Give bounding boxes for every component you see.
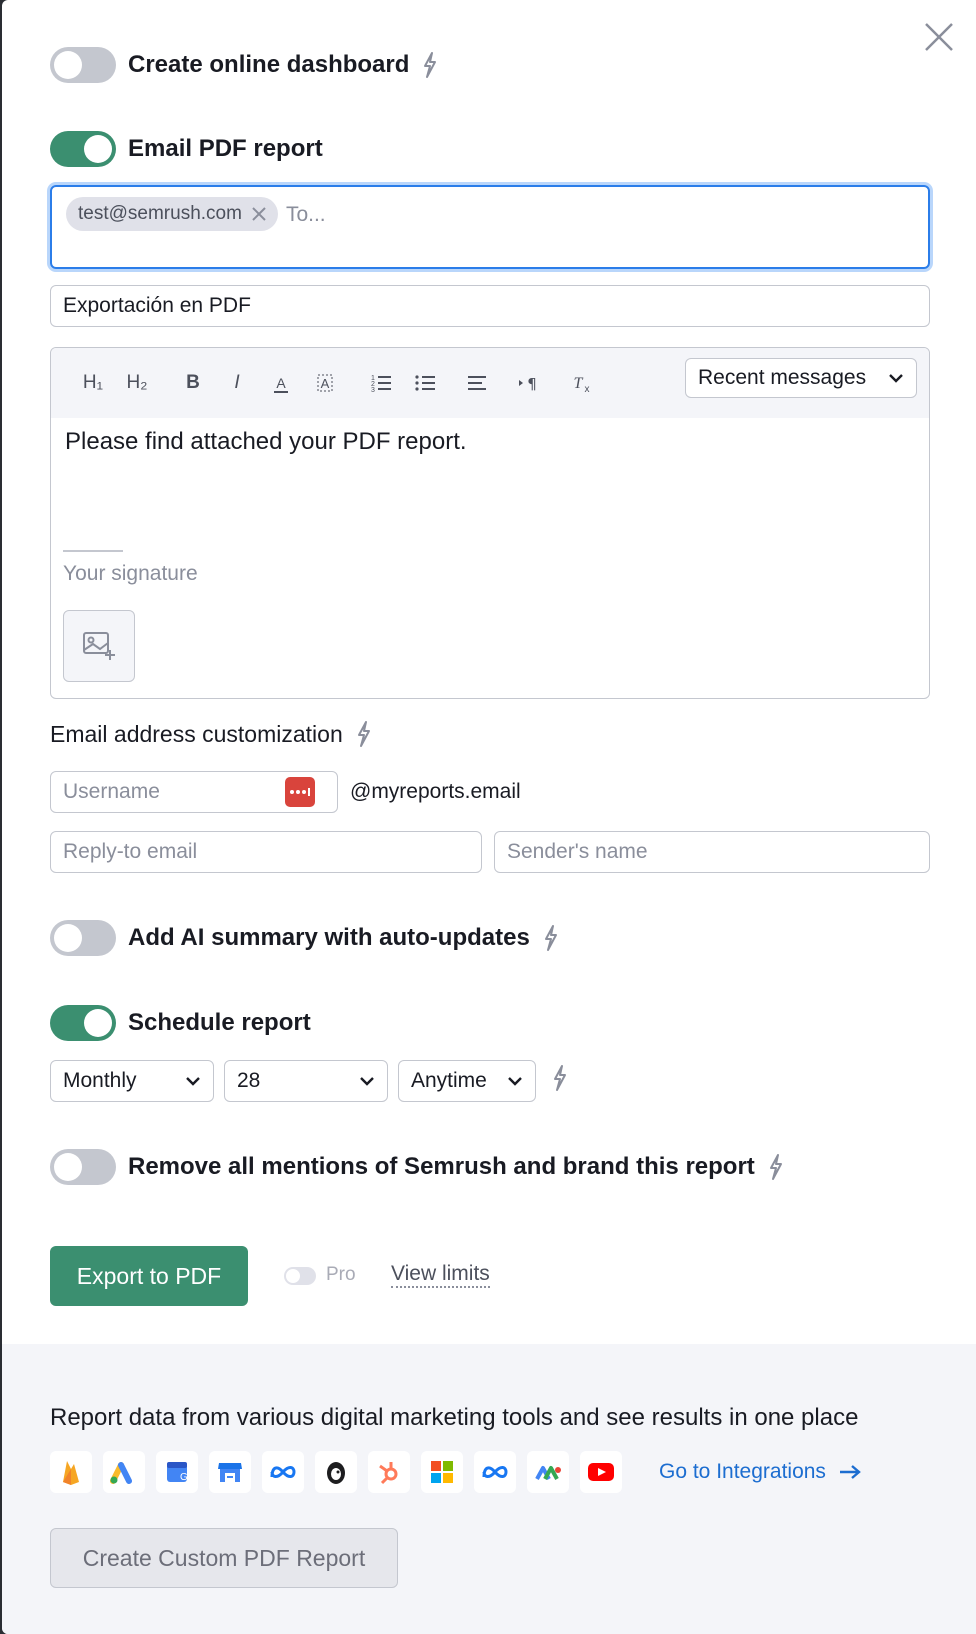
email-report-toggle[interactable] [50,131,116,167]
integrations-footer: Report data from various digital marketi… [2,1344,976,1634]
lightning-icon [554,1065,566,1091]
recipient-chip: test@semrush.com [66,197,278,231]
signature-placeholder[interactable]: Your signature [63,562,198,586]
schedule-label: Schedule report [128,1009,311,1036]
go-to-integrations-label: Go to Integrations [659,1460,826,1483]
google-analytics-icon[interactable]: G [156,1451,198,1493]
bullet-list-icon[interactable] [403,371,447,395]
branding-label: Remove all mentions of Semrush and brand… [128,1153,755,1180]
youtube-icon[interactable] [580,1451,622,1493]
create-dashboard-toggle[interactable] [50,47,116,83]
sender-name-placeholder: Sender's name [507,840,648,863]
lightning-icon [769,1154,782,1180]
ai-summary-label: Add AI summary with auto-updates [128,924,530,951]
remove-recipient-icon[interactable] [252,207,266,221]
time-select[interactable]: Anytime [398,1060,536,1102]
recipients-placeholder: To... [285,203,326,226]
looker-studio-icon[interactable] [527,1451,569,1493]
export-to-pdf-button[interactable]: Export to PDF [50,1246,248,1306]
editor-toolbar: H₁ H₂ B I A A 1 2 3 ¶ T x Recent message… [51,348,929,418]
lightning-icon [544,925,557,951]
chevron-down-icon [508,1077,522,1086]
add-image-icon [83,632,115,660]
close-icon[interactable] [922,20,956,54]
email-customization-label: Email address customization [50,720,343,747]
export-modal: Create online dashboard Email PDF report… [2,0,976,1634]
text-color-icon[interactable]: A [259,371,303,395]
chevron-down-icon [889,374,903,383]
username-placeholder: Username [63,780,160,803]
svg-text:T: T [574,375,584,392]
password-manager-icon[interactable] [285,777,315,807]
recent-messages-dropdown[interactable]: Recent messages [685,358,917,398]
pro-label: Pro [326,1264,356,1285]
pro-toggle[interactable] [284,1267,316,1285]
branding-toggle[interactable] [50,1149,116,1185]
recipients-input[interactable]: test@semrush.com To... [50,185,930,269]
email-report-row: Email PDF report [50,131,323,167]
email-domain: @myreports.email [350,780,521,803]
reply-to-placeholder: Reply-to email [63,840,198,863]
time-value: Anytime [411,1069,487,1092]
recipient-chip-label: test@semrush.com [78,203,242,224]
message-body[interactable]: Please find attached your PDF report. [65,428,467,456]
integrations-row: G Go to Integrations [50,1451,862,1493]
highlight-icon[interactable]: A [303,371,347,395]
sender-name-input[interactable]: Sender's name [494,831,930,873]
svg-text:G: G [180,1472,188,1483]
ai-summary-row: Add AI summary with auto-updates [50,920,560,956]
arrow-right-icon [839,1465,861,1479]
reply-to-input[interactable]: Reply-to email [50,831,482,873]
hubspot-icon[interactable] [368,1451,410,1493]
day-value: 28 [237,1069,261,1092]
lightning-icon [357,721,370,747]
dots-icon [290,788,310,796]
create-dashboard-row: Create online dashboard [50,47,439,83]
firebase-icon[interactable] [50,1451,92,1493]
schedule-row: Schedule report [50,1005,311,1041]
ai-summary-toggle[interactable] [50,920,116,956]
meta-icon[interactable] [262,1451,304,1493]
frequency-select[interactable]: Monthly [50,1060,214,1102]
chevron-down-icon [360,1077,374,1086]
ordered-list-icon[interactable]: 1 2 3 [359,371,403,395]
subject-input[interactable]: Exportación en PDF [50,285,930,327]
email-customization-title: Email address customization [50,720,373,748]
chevron-down-icon [186,1077,200,1086]
go-to-integrations-link[interactable]: Go to Integrations [659,1460,862,1484]
svg-text:A: A [321,376,330,391]
heading2-button[interactable]: H₂ [115,372,159,394]
day-select[interactable]: 28 [224,1060,388,1102]
google-ads-icon[interactable] [103,1451,145,1493]
signature-divider [63,550,123,552]
microsoft-icon[interactable] [421,1451,463,1493]
branding-row: Remove all mentions of Semrush and brand… [50,1149,785,1185]
svg-text:A: A [276,375,286,391]
meta-ads-icon[interactable] [474,1451,516,1493]
heading1-button[interactable]: H₁ [71,372,115,394]
view-limits-link[interactable]: View limits [391,1262,490,1288]
paragraph-direction-icon[interactable]: ¶ [507,371,551,395]
message-editor[interactable]: H₁ H₂ B I A A 1 2 3 ¶ T x Recent message… [50,347,930,699]
svg-text:x: x [585,384,590,395]
email-report-label: Email PDF report [128,135,323,162]
align-icon[interactable] [455,371,499,395]
integrations-description: Report data from various digital marketi… [50,1404,859,1431]
google-business-icon[interactable] [209,1451,251,1493]
lightning-icon [424,52,437,78]
svg-text:¶: ¶ [527,375,537,393]
svg-text:3: 3 [371,387,375,394]
italic-button[interactable]: I [215,372,259,394]
bold-button[interactable]: B [171,372,215,394]
recent-messages-label: Recent messages [698,366,867,389]
mailchimp-icon[interactable] [315,1451,357,1493]
clear-format-icon[interactable]: T x [559,371,603,395]
create-dashboard-label: Create online dashboard [128,51,410,78]
schedule-toggle[interactable] [50,1005,116,1041]
frequency-value: Monthly [63,1069,137,1092]
create-custom-report-button[interactable]: Create Custom PDF Report [50,1528,398,1588]
add-image-button[interactable] [63,610,135,682]
